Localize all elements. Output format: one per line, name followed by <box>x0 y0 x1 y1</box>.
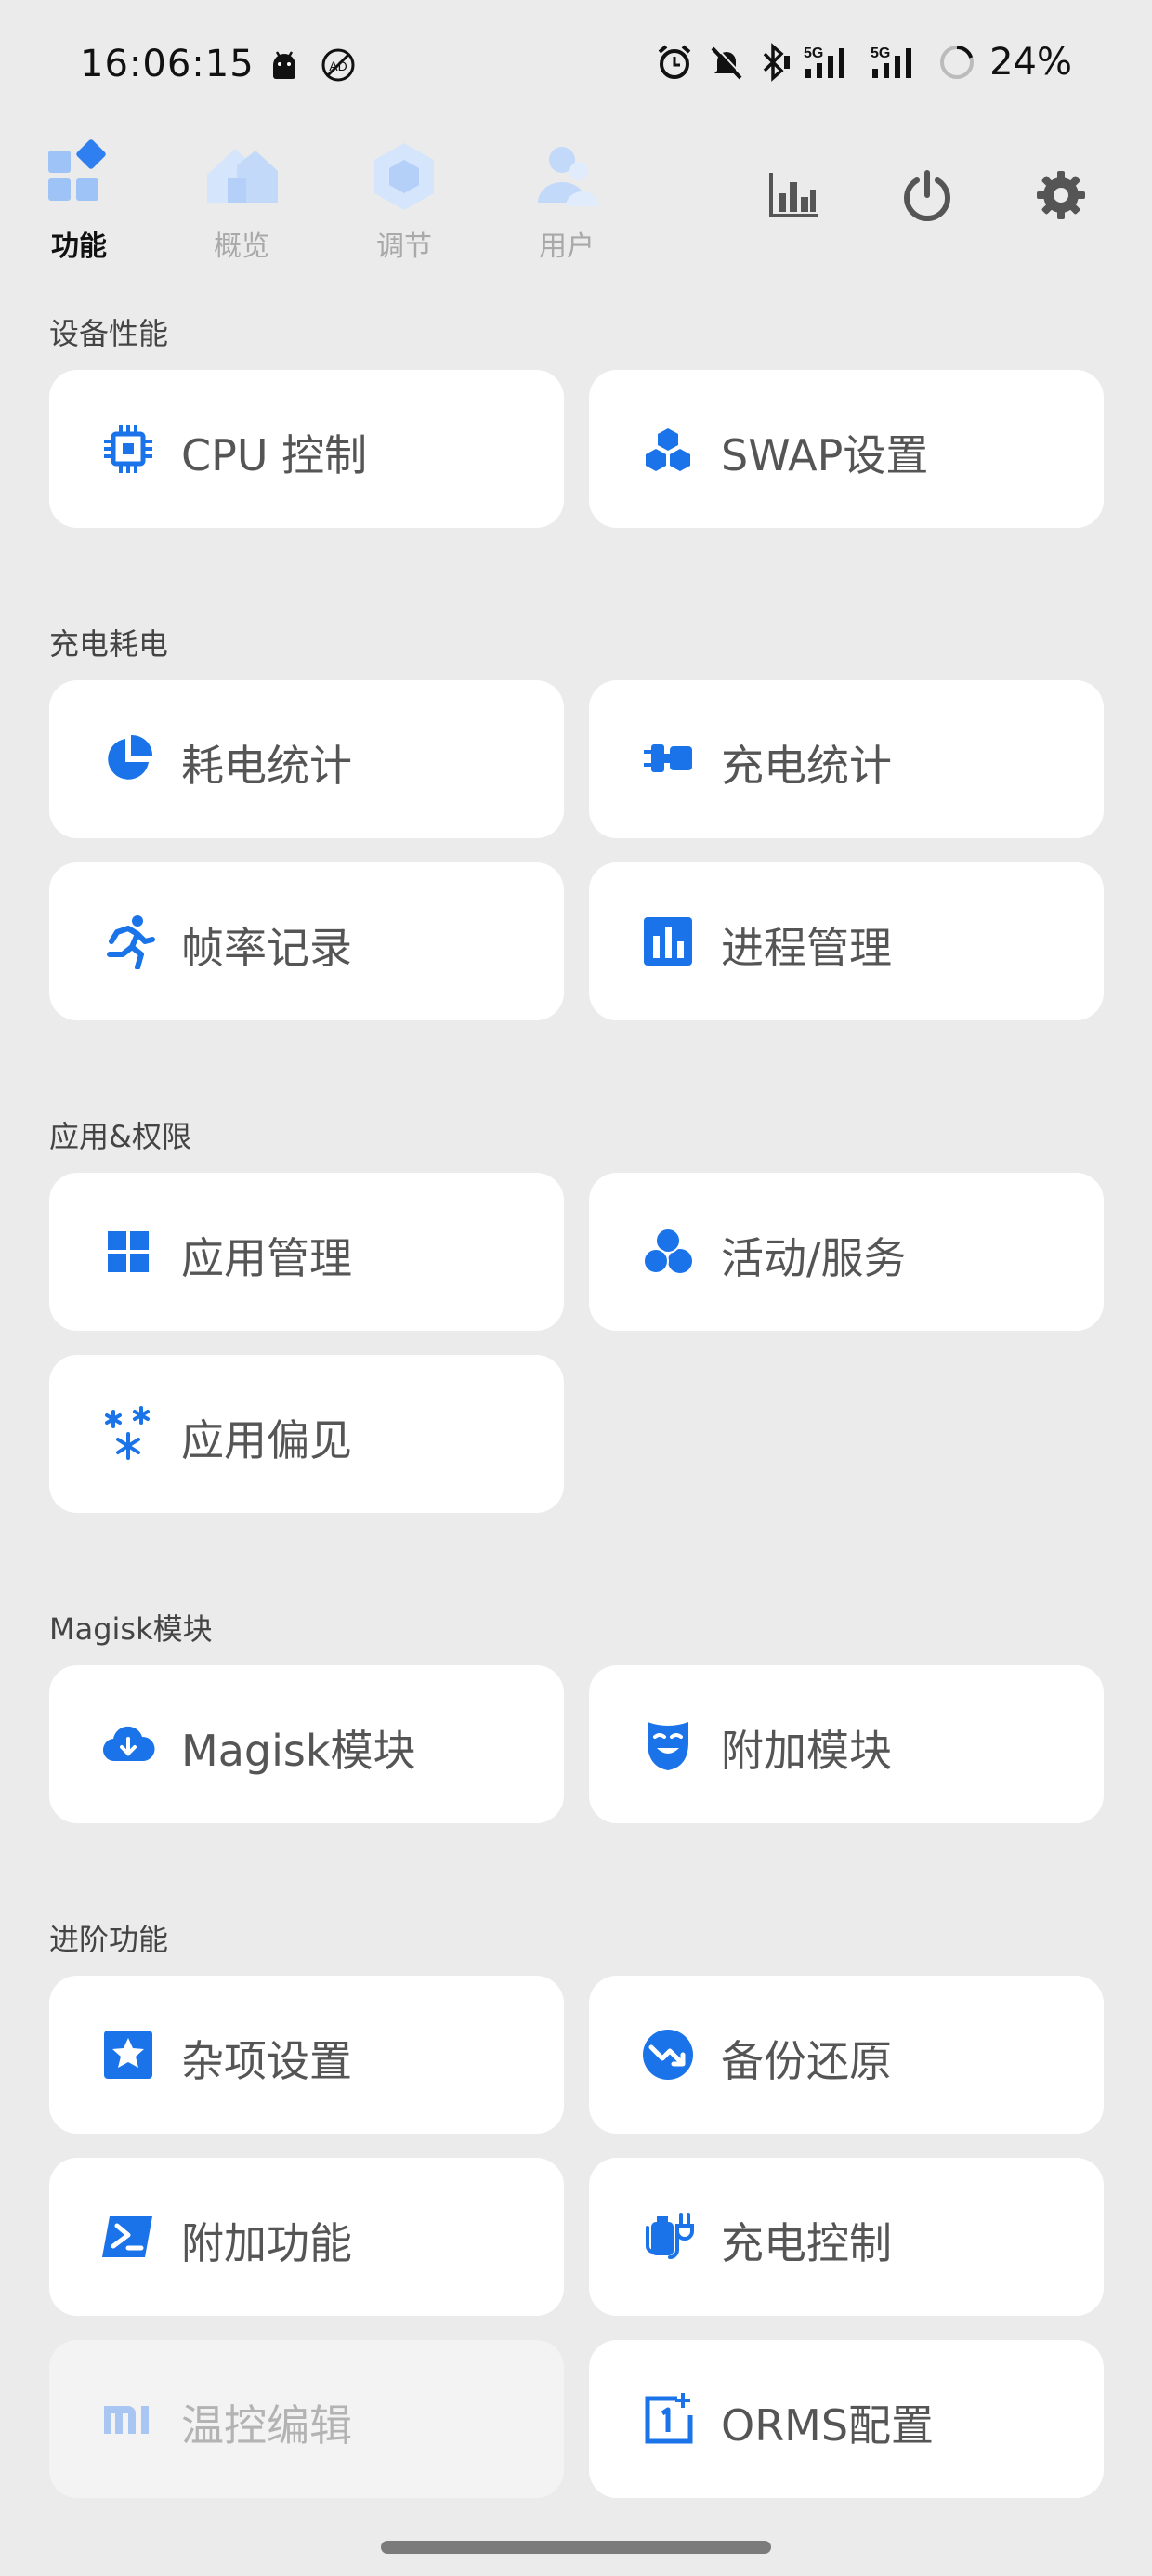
bar-chart-icon <box>644 917 692 966</box>
card-swap-settings[interactable]: SWAP设置 <box>589 370 1104 528</box>
svg-text:AD: AD <box>329 59 347 73</box>
grid-icon <box>108 1231 149 1272</box>
card-label: 应用偏见 <box>181 1415 352 1465</box>
cloud-download-icon <box>102 1726 155 1762</box>
section-title-battery: 充电耗电 <box>49 626 169 662</box>
card-app-manager[interactable]: 应用管理 <box>49 1173 564 1331</box>
card-charge-control[interactable]: 充电控制 <box>589 2158 1104 2316</box>
hexagon-icon <box>374 143 434 210</box>
card-label: ORMS配置 <box>721 2400 935 2451</box>
card-label: 温控编辑 <box>181 2400 352 2451</box>
tab-label: 功能 <box>51 230 107 263</box>
section-title-magisk: Magisk模块 <box>49 1611 213 1647</box>
alarm-icon <box>658 45 691 79</box>
tab-label: 调节 <box>376 230 432 263</box>
card-label: Magisk模块 <box>181 1726 416 1776</box>
card-activities-services[interactable]: 活动/服务 <box>589 1173 1104 1331</box>
card-label: 备份还原 <box>721 2036 892 2086</box>
tab-adjust[interactable]: 调节 <box>344 130 465 269</box>
network-label-1: 5G <box>804 46 823 61</box>
user-icon <box>538 147 599 206</box>
features-icon <box>48 139 106 201</box>
status-icons: 5G 5G 24% <box>655 41 1072 84</box>
card-label: 应用管理 <box>181 1233 352 1283</box>
card-orms-config[interactable]: ORMS配置 <box>589 2340 1104 2498</box>
card-label: CPU 控制 <box>181 430 368 480</box>
card-app-prejudice[interactable]: 应用偏见 <box>49 1355 564 1513</box>
battery-plug-icon <box>646 2213 694 2259</box>
cpu-icon <box>104 425 152 473</box>
running-icon <box>107 915 155 969</box>
asterisks-icon <box>105 1406 150 1460</box>
card-addon-features[interactable]: 附加功能 <box>49 2158 564 2316</box>
mi-icon <box>104 2406 149 2434</box>
oneplus-icon <box>645 2393 693 2444</box>
home-indicator[interactable] <box>381 2541 771 2554</box>
card-process-manager[interactable]: 进程管理 <box>589 862 1104 1020</box>
network-label-2: 5G <box>871 46 890 61</box>
gear-icon <box>1037 171 1085 219</box>
card-label: 充电控制 <box>721 2218 892 2268</box>
battery-percent: 24% <box>989 41 1072 84</box>
card-backup-restore[interactable]: 备份还原 <box>589 1976 1104 2134</box>
card-magisk-module[interactable]: Magisk模块 <box>49 1665 564 1823</box>
card-label: 杂项设置 <box>181 2036 352 2086</box>
status-bar: 16:06:15 AD 5G 5G 24% <box>0 0 1152 139</box>
status-time: 16:06:15 <box>80 43 255 85</box>
card-misc-settings[interactable]: 杂项设置 <box>49 1976 564 2134</box>
bluetooth-icon <box>763 43 791 82</box>
pie-icon <box>108 734 153 780</box>
android-icon <box>273 51 295 79</box>
card-label: 进程管理 <box>721 923 892 973</box>
tab-label: 用户 <box>539 230 595 263</box>
card-label: 活动/服务 <box>721 1233 907 1283</box>
settings-button[interactable] <box>1024 158 1098 232</box>
section-title-device: 设备性能 <box>49 316 169 351</box>
card-label: SWAP设置 <box>721 430 929 480</box>
tab-label: 概览 <box>214 230 269 263</box>
chart-button[interactable] <box>756 158 831 232</box>
card-fps-record[interactable]: 帧率记录 <box>49 862 564 1020</box>
power-button[interactable] <box>890 158 964 232</box>
card-label: 充电统计 <box>721 741 892 791</box>
tab-features[interactable]: 功能 <box>19 130 139 269</box>
battery-ring-icon <box>940 46 975 79</box>
card-thermal-editor[interactable]: 温控编辑 <box>49 2340 564 2498</box>
top-navigation: 功能 概览 调节 用户 <box>0 130 1152 269</box>
card-power-stats[interactable]: 耗电统计 <box>49 680 564 838</box>
mute-bell-icon <box>711 46 744 80</box>
signal-icon-2: 5G <box>871 46 912 78</box>
card-addon-module[interactable]: 附加模块 <box>589 1665 1104 1823</box>
card-label: 附加模块 <box>721 1726 892 1776</box>
section-title-advanced: 进阶功能 <box>49 1922 169 1957</box>
plug-battery-icon <box>644 744 692 772</box>
card-charge-stats[interactable]: 充电统计 <box>589 680 1104 838</box>
signal-icon-1: 5G <box>804 46 845 78</box>
circles-icon <box>643 1228 692 1274</box>
star-icon <box>104 2031 152 2079</box>
no-ads-icon: AD <box>321 48 355 82</box>
power-icon <box>904 170 950 221</box>
tab-user[interactable]: 用户 <box>506 130 627 269</box>
home-icon <box>207 149 278 203</box>
card-label: 附加功能 <box>181 2218 352 2268</box>
section-title-apps: 应用&权限 <box>49 1119 191 1154</box>
mask-icon <box>648 1722 688 1770</box>
terminal-icon <box>102 2216 152 2257</box>
card-cpu-control[interactable]: CPU 控制 <box>49 370 564 528</box>
trend-down-icon <box>643 2030 693 2080</box>
tab-overview[interactable]: 概览 <box>181 130 302 269</box>
cubes-icon <box>646 428 690 471</box>
card-label: 帧率记录 <box>181 923 352 973</box>
chart-icon <box>769 173 818 217</box>
card-label: 耗电统计 <box>181 741 352 791</box>
